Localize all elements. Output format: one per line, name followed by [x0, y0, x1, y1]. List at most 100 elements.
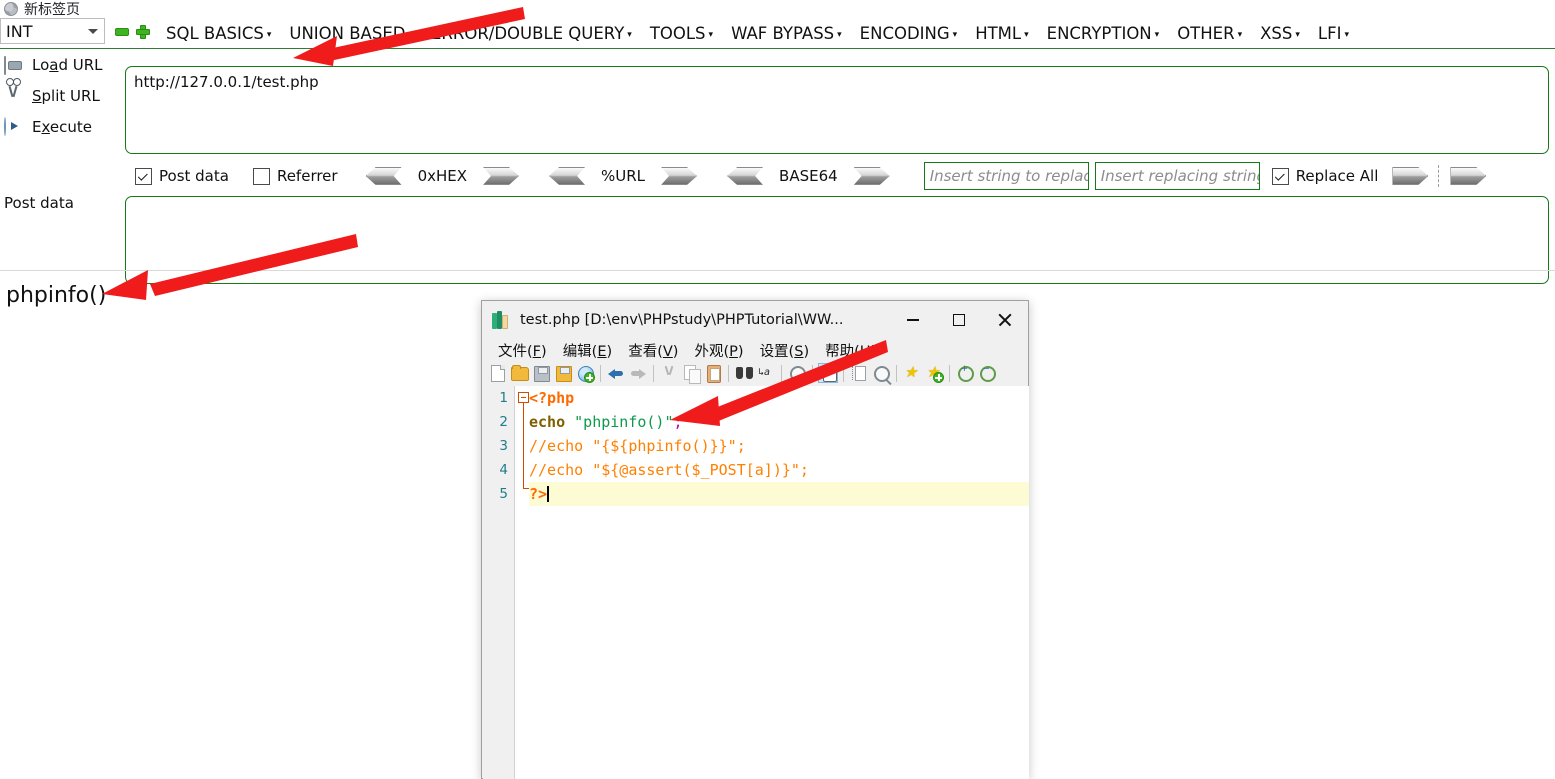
remove-param-button[interactable] [114, 24, 130, 40]
code-line: ?> [529, 482, 1029, 506]
zoom-out-icon[interactable] [977, 363, 997, 383]
hackbar-menu-label: ENCRYPTION [1046, 23, 1152, 43]
editor-title-text: test.php [D:\env\PHPstudy\PHPTutorial\WW… [520, 312, 844, 328]
open-in-browser-icon[interactable] [575, 363, 595, 383]
encode-url-button[interactable] [661, 167, 698, 185]
line-number: 1 [499, 390, 508, 406]
replace-string-input[interactable]: Insert replacing string [1094, 162, 1260, 190]
encode-0xhex-button[interactable] [483, 167, 520, 185]
chevron-down-icon [88, 28, 98, 34]
editor-menu-p[interactable]: 外观(P) [686, 340, 751, 361]
code-token: ; [673, 413, 683, 431]
editor-menu-e[interactable]: 编辑(E) [555, 340, 621, 361]
close-button[interactable] [982, 301, 1028, 339]
split-url-button[interactable]: Split URL [0, 77, 120, 111]
maximize-button[interactable] [936, 301, 982, 339]
editor-fold-margin[interactable] [515, 386, 529, 779]
replace-all-checkbox[interactable]: Replace All [1271, 167, 1378, 185]
decode-url-button[interactable] [549, 167, 586, 185]
editor-window: test.php [D:\env\PHPstudy\PHPTutorial\WW… [481, 300, 1029, 779]
type-selector-value: INT [6, 21, 33, 41]
chevron-down-icon: ▾ [1344, 29, 1349, 40]
hackbar-menu-encryption[interactable]: ENCRYPTION ▾ [1038, 24, 1169, 43]
search-string-placeholder: Insert string to replace [929, 167, 1089, 185]
hackbar-menu-html[interactable]: HTML ▾ [966, 24, 1037, 43]
hackbar-menu-other[interactable]: OTHER ▾ [1168, 24, 1251, 43]
replace-apply-button[interactable] [1392, 167, 1429, 185]
converter-url: %URL [549, 167, 698, 185]
hackbar-menu-error-double-query[interactable]: ERROR/DOUBLE QUERY ▾ [422, 24, 641, 43]
show-all-characters-icon[interactable] [818, 363, 838, 383]
zoom-selection-icon[interactable] [871, 363, 891, 383]
copy-icon[interactable] [681, 363, 701, 384]
zoom-in-icon[interactable] [955, 363, 975, 383]
editor-menu-v[interactable]: 查看(V) [620, 340, 686, 361]
minimize-button[interactable] [890, 301, 936, 339]
cut-icon[interactable] [659, 363, 679, 383]
hackbar-menu-label: LFI [1317, 23, 1342, 43]
add-bookmark-icon[interactable]: ★ [924, 363, 944, 383]
hackbar-menu-label: XSS [1260, 23, 1293, 43]
execute-button[interactable]: Execute [0, 111, 120, 142]
code-token: echo [529, 413, 566, 431]
line-number: 3 [499, 438, 508, 454]
globe-icon [4, 2, 18, 16]
hackbar-panel: INT SQL BASICS ▾ UNION BASED ▾ ERROR/DOUBLE … [0, 18, 1555, 284]
browser-tab[interactable]: 新标签页 [0, 0, 80, 18]
editor-toolbar: ↳a ★ ★ [482, 361, 1028, 385]
referrer-checkbox[interactable]: Referrer [252, 167, 338, 185]
page-output-text: phpinfo() [6, 283, 107, 308]
new-file-icon[interactable] [487, 363, 507, 383]
undo-icon[interactable] [606, 363, 626, 383]
add-param-button[interactable] [135, 24, 151, 40]
bookmark-icon[interactable]: ★ [902, 363, 922, 383]
hackbar-menu-sql-basics[interactable]: SQL BASICS ▾ [157, 24, 280, 43]
referrer-checkbox-label: Referrer [276, 167, 338, 185]
redo-icon[interactable] [628, 363, 648, 383]
find-icon[interactable] [734, 363, 754, 383]
plus-icon [136, 25, 150, 39]
editor-title-bar[interactable]: test.php [D:\env\PHPstudy\PHPTutorial\WW… [482, 301, 1028, 339]
paste-icon[interactable] [703, 363, 723, 383]
chevron-down-icon: ▾ [952, 29, 958, 40]
encode-base64-button[interactable] [853, 167, 890, 185]
editor-menu-s[interactable]: 设置(S) [752, 340, 818, 361]
load-url-button[interactable]: Load URL [0, 49, 120, 80]
hackbar-menu-waf-bypass[interactable]: WAF BYPASS ▾ [722, 24, 851, 43]
editor-menu-bar: 文件(F) 编辑(E) 查看(V) 外观(P) 设置(S) 帮助(H) [482, 339, 1028, 361]
chevron-down-icon: ▾ [837, 29, 842, 40]
type-selector[interactable]: INT [0, 18, 105, 44]
save-all-icon[interactable] [553, 363, 573, 383]
hackbar-menu-xss[interactable]: XSS ▾ [1251, 24, 1309, 43]
converter-base64: BASE64 [727, 167, 890, 185]
hackbar-menu-tools[interactable]: TOOLS ▾ [641, 24, 722, 43]
code-line: echo "phpinfo()"; [529, 410, 1029, 434]
fold-collapse-icon[interactable] [518, 392, 529, 403]
chevron-down-icon: ▾ [627, 29, 632, 40]
chevron-down-icon: ▾ [408, 29, 413, 40]
fold-range-line [523, 403, 524, 489]
close-icon [998, 313, 1012, 327]
find-in-files-icon[interactable] [787, 363, 807, 383]
decode-base64-button[interactable] [727, 167, 764, 185]
hackbar-menu-union-based[interactable]: UNION BASED ▾ [280, 24, 422, 43]
decode-0xhex-button[interactable] [365, 167, 402, 185]
post-data-checkbox[interactable]: Post data [135, 167, 229, 185]
hackbar-menu-encoding[interactable]: ENCODING ▾ [851, 24, 967, 43]
search-string-input[interactable]: Insert string to replace [923, 162, 1089, 190]
editor-line-number-gutter: 1 2 3 4 5 [483, 386, 515, 779]
hackbar-options-row: Post data Referrer 0xHEX %URL BASE64 Ins… [125, 162, 1549, 190]
hackbar-menu-lfi[interactable]: LFI ▾ [1309, 24, 1358, 43]
indent-guide-icon[interactable] [849, 363, 869, 383]
editor-menu-h[interactable]: 帮助(H) [817, 340, 884, 361]
toolbar-separator [653, 364, 654, 382]
editor-menu-f[interactable]: 文件(F) [490, 340, 555, 361]
open-file-icon[interactable] [509, 363, 529, 383]
replace-secondary-button[interactable] [1450, 167, 1487, 185]
editor-code-area[interactable]: 1 2 3 4 5 <?php echo "phpinfo()"; //echo "{${p… [483, 386, 1029, 779]
save-icon[interactable] [531, 363, 551, 383]
hackbar-menu-label: TOOLS [649, 23, 706, 43]
replace-icon[interactable]: ↳a [756, 363, 776, 383]
url-input[interactable]: http://127.0.0.1/test.php [125, 66, 1549, 154]
